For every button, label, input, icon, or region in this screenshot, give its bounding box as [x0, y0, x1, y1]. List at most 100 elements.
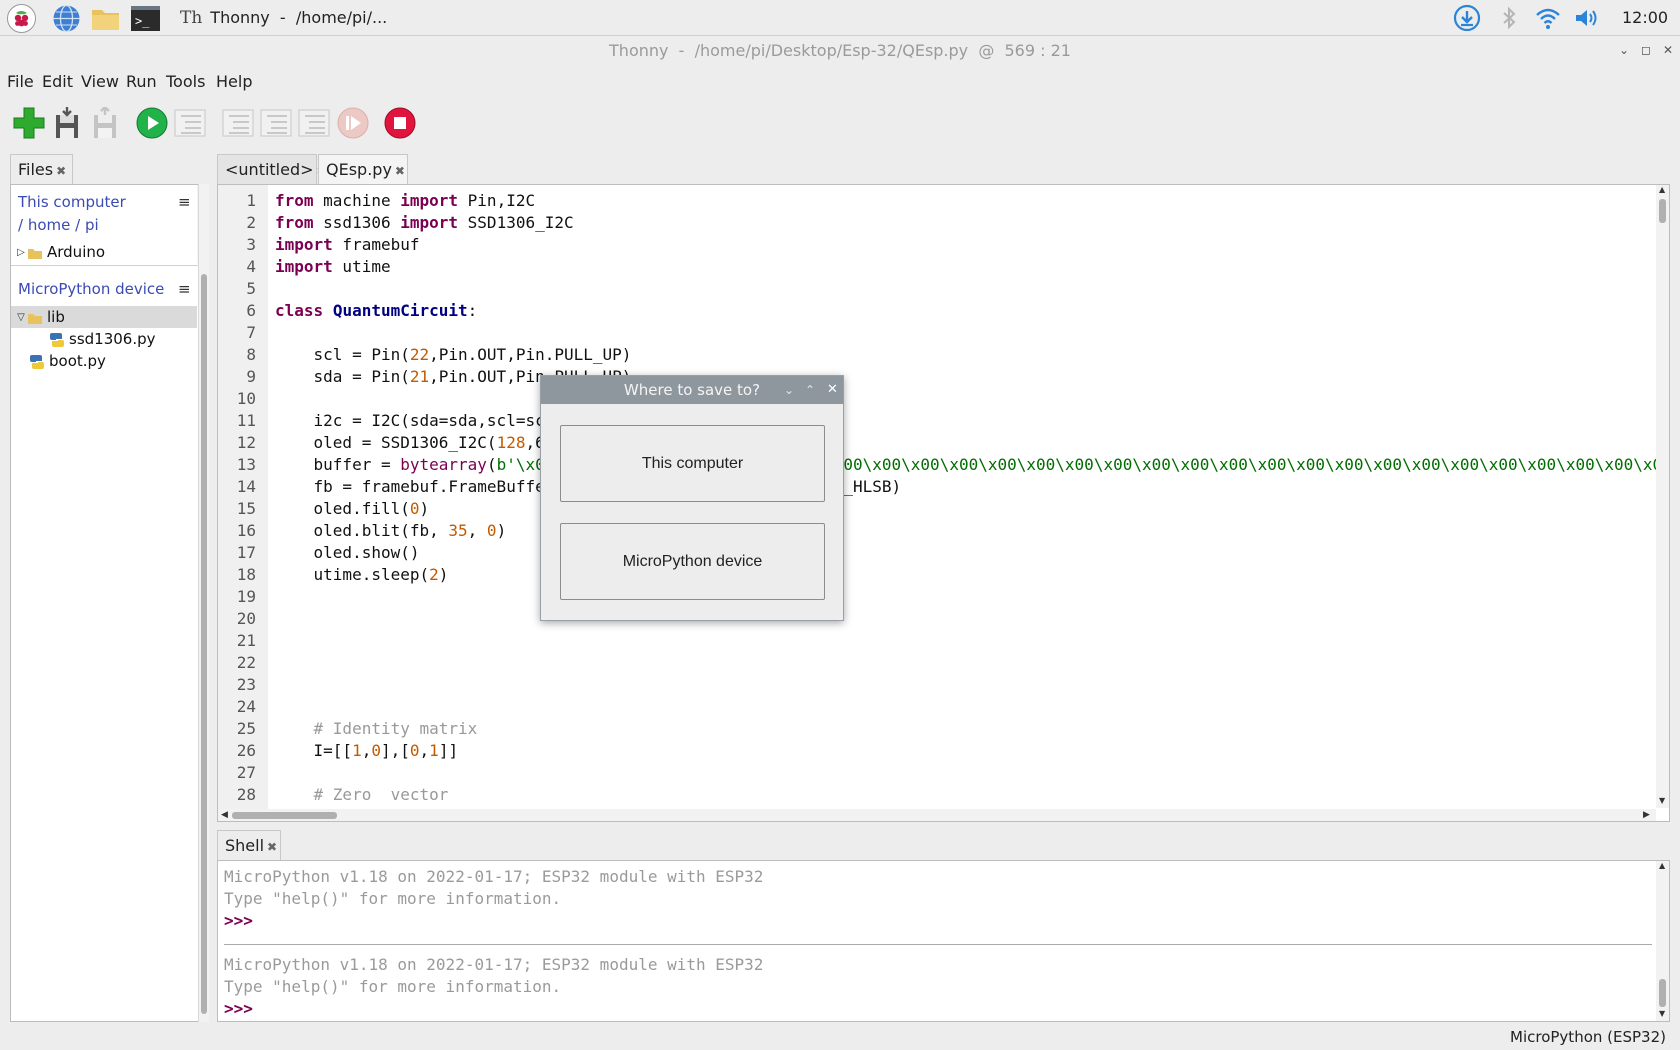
tab-files[interactable]: Files ✖ [10, 154, 73, 184]
save-file-button[interactable] [87, 105, 123, 141]
download-icon[interactable] [1453, 4, 1481, 32]
tab-qesp-label: QEsp.py [326, 160, 392, 179]
line-number: 7 [246, 323, 256, 342]
close-tab-icon[interactable]: ✖ [56, 164, 66, 178]
maximize-icon[interactable]: ◻ [1638, 42, 1654, 58]
code-line: utime.sleep(2) [275, 565, 449, 584]
stop-button[interactable] [382, 105, 418, 141]
editor-vscroll-thumb[interactable] [1659, 199, 1666, 223]
shell-vscroll-thumb[interactable] [1659, 979, 1666, 1007]
shell-banner: MicroPython v1.18 on 2022-01-17; ESP32 m… [224, 867, 764, 886]
scroll-up-icon[interactable]: ▲ [1659, 861, 1665, 870]
dialog-close-icon[interactable]: ✕ [827, 376, 838, 404]
dialog-minimize-icon[interactable]: ⌄ [784, 376, 794, 404]
taskbar-window-label: Thonny - /home/pi/... [210, 8, 388, 27]
files-panel: This computer ≡ / home / pi ▷Arduino ▲▼ … [10, 184, 209, 1022]
step-into-button[interactable] [258, 105, 294, 141]
tab-files-label: Files [18, 160, 54, 179]
shell-prompt[interactable]: >>> [224, 999, 253, 1018]
floppy-load-icon [56, 107, 78, 138]
menu-view[interactable]: View [81, 68, 119, 96]
tab-qesp[interactable]: QEsp.py ✖ [318, 154, 408, 184]
wifi-icon[interactable] [1534, 4, 1562, 32]
menu-tools[interactable]: Tools [166, 68, 205, 96]
line-number: 3 [246, 235, 256, 254]
files-scrollbar[interactable] [198, 184, 209, 1022]
list-item[interactable]: ssd1306.py [11, 328, 197, 350]
taskbar-window-button[interactable]: Th Thonny - /home/pi/... [180, 0, 387, 36]
menu-help[interactable]: Help [216, 68, 252, 96]
code-line: class QuantumCircuit: [275, 301, 478, 320]
dialog-maximize-icon[interactable]: ⌃ [805, 376, 815, 404]
raspberry-menu-icon[interactable] [6, 3, 37, 34]
device-menu-icon[interactable]: ≡ [178, 280, 191, 298]
new-file-button[interactable] [11, 105, 47, 141]
code-editor[interactable]: 1 2 3 4 5 6 7 8 9 10 11 12 13 14 15 16 1… [217, 184, 1670, 822]
list-item[interactable]: ▽ lib [11, 306, 197, 328]
scroll-up-icon[interactable]: ▲ [1659, 185, 1665, 194]
web-browser-icon[interactable] [51, 3, 82, 34]
collapse-arrow-icon[interactable]: ▽ [15, 307, 27, 329]
line-number: 21 [236, 631, 256, 650]
load-file-button[interactable] [49, 105, 85, 141]
this-computer-button[interactable]: This computer [560, 425, 825, 502]
floppy-save-icon [94, 107, 116, 138]
step-over-button[interactable] [220, 105, 256, 141]
breadcrumb-separator: / [75, 216, 81, 234]
breadcrumb-home[interactable]: home [28, 216, 71, 234]
menu-run[interactable]: Run [126, 68, 157, 96]
list-item[interactable]: boot.py [11, 350, 197, 372]
editor-hscrollbar[interactable]: ◀ ▶ [218, 809, 1656, 821]
tab-untitled[interactable]: <untitled>✖ [217, 154, 327, 184]
code-line: import framebuf [275, 235, 420, 254]
line-number: 20 [236, 609, 256, 628]
editor-hscroll-thumb[interactable] [232, 812, 337, 819]
svg-text:>_: >_ [135, 14, 150, 28]
line-number: 6 [246, 301, 256, 320]
code-line: # Identity matrix [275, 719, 478, 738]
run-button[interactable] [134, 105, 170, 141]
close-tab-icon[interactable]: ✖ [267, 840, 277, 854]
python-file-icon [49, 332, 65, 348]
clock[interactable]: 12:00 [1622, 0, 1668, 36]
line-number: 16 [236, 521, 256, 540]
files-tabbar: Files ✖ [10, 154, 210, 184]
menu-edit[interactable]: Edit [42, 68, 73, 96]
volume-icon[interactable] [1572, 4, 1600, 32]
scroll-down-icon[interactable]: ▼ [1659, 796, 1665, 805]
code-line: i2c = I2C(sda=sda,scl=scl [275, 411, 555, 430]
terminal-icon[interactable]: >_ [130, 3, 161, 34]
dialog-titlebar[interactable]: Where to save to? ⌄ ⌃ ✕ [541, 376, 843, 404]
resume-button[interactable] [335, 105, 371, 141]
scroll-right-icon[interactable]: ▶ [1643, 810, 1650, 820]
line-number: 13 [236, 455, 256, 474]
file-manager-icon[interactable] [90, 3, 121, 34]
micropython-device-button[interactable]: MicroPython device [560, 523, 825, 600]
minimize-icon[interactable]: ⌄ [1616, 42, 1632, 58]
window-close-icon[interactable]: ✕ [1660, 42, 1676, 58]
computer-menu-icon[interactable]: ≡ [178, 193, 191, 211]
menu-file[interactable]: File [7, 68, 34, 96]
list-item-label: boot.py [49, 352, 106, 370]
list-item[interactable]: ▷ Arduino [11, 241, 197, 263]
debug-icon [174, 109, 206, 137]
step-out-button[interactable] [296, 105, 332, 141]
files-scrollbar-thumb[interactable] [201, 274, 207, 1014]
bluetooth-icon[interactable] [1495, 4, 1523, 32]
shell-vscrollbar[interactable]: ▲ ▼ [1656, 861, 1669, 1021]
expand-arrow-icon[interactable]: ▷ [15, 242, 27, 264]
status-interpreter[interactable]: MicroPython (ESP32) [1510, 1026, 1666, 1048]
scroll-down-icon[interactable]: ▼ [1659, 1009, 1665, 1018]
resume-icon [337, 107, 369, 139]
shell-console[interactable]: MicroPython v1.18 on 2022-01-17; ESP32 m… [217, 860, 1670, 1022]
close-tab-icon[interactable]: ✖ [395, 164, 405, 178]
breadcrumb-pi[interactable]: pi [85, 216, 99, 234]
editor-tabbar: <untitled>✖ QEsp.py✖ [217, 154, 1669, 184]
editor-vscrollbar[interactable]: ▲ ▼ [1656, 185, 1669, 808]
line-number: 12 [236, 433, 256, 452]
scroll-left-icon[interactable]: ◀ [221, 810, 228, 820]
line-number: 5 [246, 279, 256, 298]
debug-button[interactable] [172, 105, 208, 141]
list-item-label: lib [47, 308, 65, 326]
tab-shell[interactable]: Shell ✖ [217, 830, 281, 860]
